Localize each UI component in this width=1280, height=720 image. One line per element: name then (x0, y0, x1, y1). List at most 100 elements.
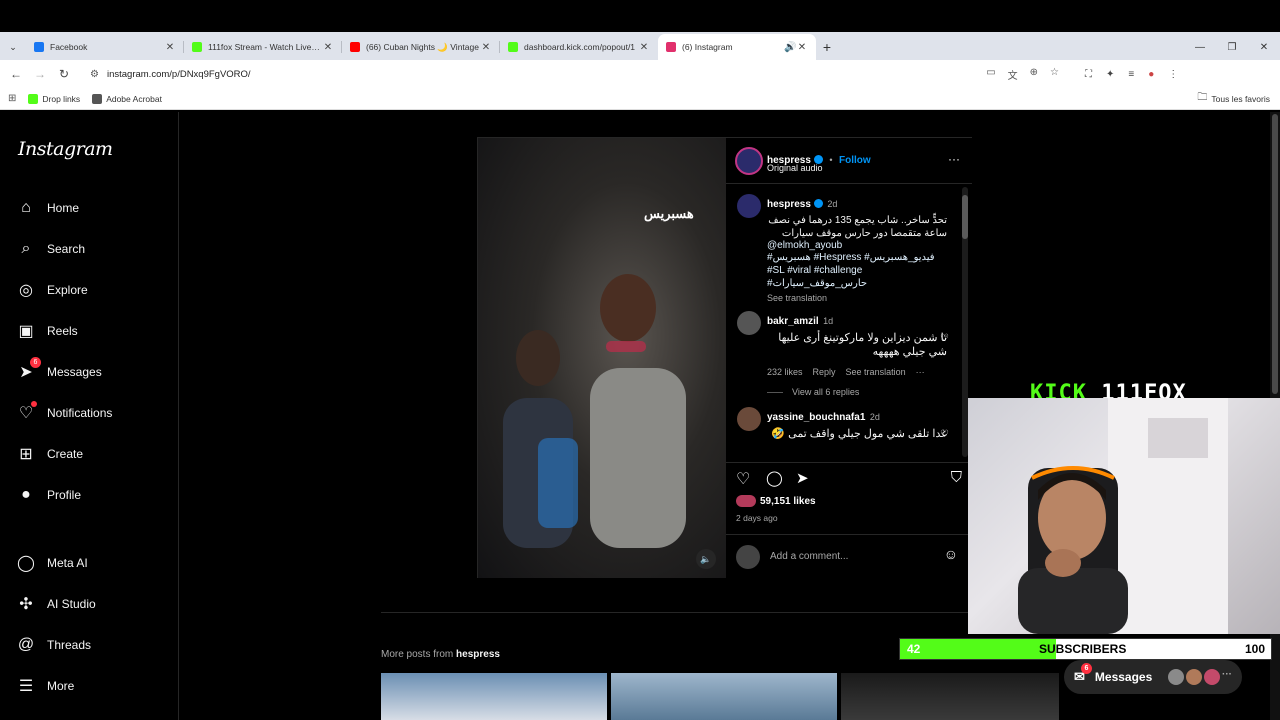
profile-avatar-icon[interactable]: ● (1148, 69, 1154, 80)
comment-likes[interactable]: 232 likes (767, 367, 803, 377)
bookmark-label: Drop links (42, 93, 81, 104)
caption-time: 2d (827, 199, 838, 209)
caption-username[interactable]: hespress (767, 199, 811, 210)
more-options-icon[interactable]: ··· (948, 152, 960, 166)
bookmark-item[interactable]: Drop links (28, 93, 81, 104)
caption-hashtags-2[interactable]: #SL #viral #challenge #حارس_موقف_سيارات (767, 264, 947, 290)
browser-tab[interactable]: (6) Instagram 🔊 ✕ (658, 34, 816, 60)
tab-search-dropdown[interactable]: ⌄ (0, 34, 26, 60)
sidebar-item-ai-studio[interactable]: ✣ AI Studio (16, 592, 95, 616)
tab-label: (6) Instagram (682, 42, 733, 52)
comment-like-icon[interactable]: ♡ (940, 333, 949, 344)
sidebar-item-meta-ai[interactable]: ◯ Meta AI (16, 551, 88, 575)
browser-tab[interactable]: 111fox Stream - Watch Live on ✕ (184, 34, 342, 60)
comment-like-icon[interactable]: ♡ (940, 429, 949, 440)
subs-current: 42 (907, 642, 921, 656)
caption-hashtags-1[interactable]: #هسبريس #Hespress #فيديو_هسبريس (767, 251, 947, 264)
reload-icon[interactable]: ↻ (52, 67, 76, 81)
sidebar-item-reels[interactable]: ▣ Reels (16, 319, 77, 343)
bookmark-item[interactable]: Adobe Acrobat (92, 93, 162, 104)
tab-label: dashboard.kick.com/popout/1 (524, 42, 636, 52)
comment-more[interactable]: ··· (916, 367, 925, 377)
extension-icon[interactable]: ⛶ (1085, 69, 1092, 80)
sidebar-item-search[interactable]: ⌕ Search (16, 237, 86, 261)
search-icon: ⌕ (21, 240, 31, 257)
minimize-icon[interactable]: — (1184, 34, 1216, 60)
url-omnibox[interactable]: ⚙ instagram.com/p/DNxq9FgVORO/ ▭ 文 ⊕ ☆ (82, 63, 1067, 85)
sidebar-item-notifications[interactable]: ♡ Notifications (16, 401, 112, 425)
browser-tab-strip: ⌄ Facebook ✕ 111fox Stream - Watch Live on… (0, 32, 1280, 60)
comment-see-translation[interactable]: See translation (846, 367, 906, 377)
view-replies[interactable]: View all 6 replies (767, 387, 947, 397)
like-heart-icon[interactable]: ♡ (736, 469, 750, 489)
menu-icon: ☰ (18, 678, 34, 695)
messages-pill[interactable]: ✉ 6 Messages ··· (1064, 660, 1242, 694)
sidebar-item-messages[interactable]: ➤ 6 Messages (16, 357, 102, 384)
post-thumbnail[interactable] (381, 673, 607, 720)
close-window-icon[interactable]: ✕ (1248, 34, 1280, 60)
comment-reply[interactable]: Reply (813, 367, 836, 377)
caption-see-translation[interactable]: See translation (767, 293, 947, 303)
cast-icon[interactable]: ▭ (986, 67, 995, 82)
save-bookmark-icon[interactable]: ⛉ (951, 469, 962, 486)
comment-username[interactable]: yassine_bouchnafa1 (767, 412, 865, 423)
forward-icon[interactable]: → (28, 67, 52, 81)
restore-icon[interactable]: ❐ (1216, 34, 1248, 60)
caption-avatar[interactable] (737, 194, 761, 218)
emoji-icon[interactable]: ☺ (944, 546, 958, 562)
new-tab-button[interactable]: + (816, 34, 838, 60)
comment-avatar[interactable] (737, 311, 761, 335)
bookmark-favicon-icon (92, 93, 103, 104)
view-replies-label: View all 6 replies (792, 387, 860, 397)
post-thumbnail[interactable] (841, 673, 1059, 720)
tab-close-icon[interactable]: ✕ (322, 42, 334, 53)
browser-tab[interactable]: (66) Cuban Nights 🌙 Vintage ✕ (342, 34, 500, 60)
section-divider (381, 612, 971, 613)
follow-button[interactable]: Follow (839, 155, 871, 166)
sidebar-item-explore[interactable]: ◎ Explore (16, 278, 88, 302)
caption-mention[interactable]: @elmokh_ayoub (767, 240, 947, 251)
browser-tab[interactable]: Facebook ✕ (26, 34, 184, 60)
more-posts-username[interactable]: hespress (456, 649, 500, 660)
comment-username[interactable]: bakr_amzil (767, 316, 819, 327)
sidebar-item-create[interactable]: ⊞ Create (16, 442, 83, 466)
post-likes[interactable]: 59,151 likes (760, 496, 816, 507)
share-icon[interactable]: ➤ (796, 469, 809, 487)
sidebar-item-label: Create (47, 447, 84, 461)
sidebar-item-label: Meta AI (47, 556, 88, 570)
post-thumbnail[interactable] (611, 673, 837, 720)
apps-grid-icon[interactable]: ⊞ (8, 93, 16, 104)
browser-menu-icon[interactable]: ⋮ (1168, 69, 1178, 80)
browser-tab[interactable]: dashboard.kick.com/popout/1 ✕ (500, 34, 658, 60)
likers-avatars[interactable] (736, 495, 756, 507)
comment-bubble-icon[interactable]: ◯ (766, 469, 783, 487)
post-video[interactable]: هسبريس 🔈 (478, 138, 726, 578)
instagram-logo[interactable]: Instagram (18, 138, 113, 160)
add-comment-input[interactable]: Add a comment... (770, 551, 848, 562)
all-bookmarks-folder[interactable]: 🗀 Tous les favoris (1197, 90, 1270, 107)
tab-close-icon[interactable]: ✕ (164, 42, 176, 53)
comment-avatar[interactable] (737, 407, 761, 431)
subs-label: SUBSCRIBERS (1039, 642, 1127, 656)
tab-close-icon[interactable]: ✕ (480, 42, 492, 53)
messages-badge: 6 (30, 357, 41, 368)
audio-label[interactable]: Original audio (767, 163, 823, 173)
tab-close-icon[interactable]: ✕ (796, 42, 808, 53)
sidebar-item-home[interactable]: ⌂ Home (16, 196, 79, 220)
back-icon[interactable]: ← (4, 67, 28, 81)
sidebar-item-profile[interactable]: ● Profile (16, 483, 81, 507)
tab-close-icon[interactable]: ✕ (638, 42, 650, 53)
author-avatar[interactable] (735, 147, 763, 175)
sidebar-item-threads[interactable]: @ Threads (16, 633, 91, 657)
volume-icon[interactable]: 🔈 (696, 549, 716, 569)
zoom-icon[interactable]: ⊕ (1030, 67, 1038, 82)
media-control-icon[interactable]: ≡ (1128, 69, 1134, 80)
site-info-icon[interactable]: ⚙ (90, 69, 99, 80)
bookmark-star-icon[interactable]: ☆ (1050, 67, 1059, 82)
translate-icon[interactable]: 文 (1008, 67, 1018, 82)
extensions-puzzle-icon[interactable]: ✦ (1106, 69, 1114, 80)
tab-audio-icon[interactable]: 🔊 (784, 42, 796, 53)
sidebar-item-more[interactable]: ☰ More (16, 674, 75, 698)
post-header: hespress • Follow Original audio ··· (726, 138, 972, 184)
sidebar-item-label: Notifications (47, 406, 113, 420)
